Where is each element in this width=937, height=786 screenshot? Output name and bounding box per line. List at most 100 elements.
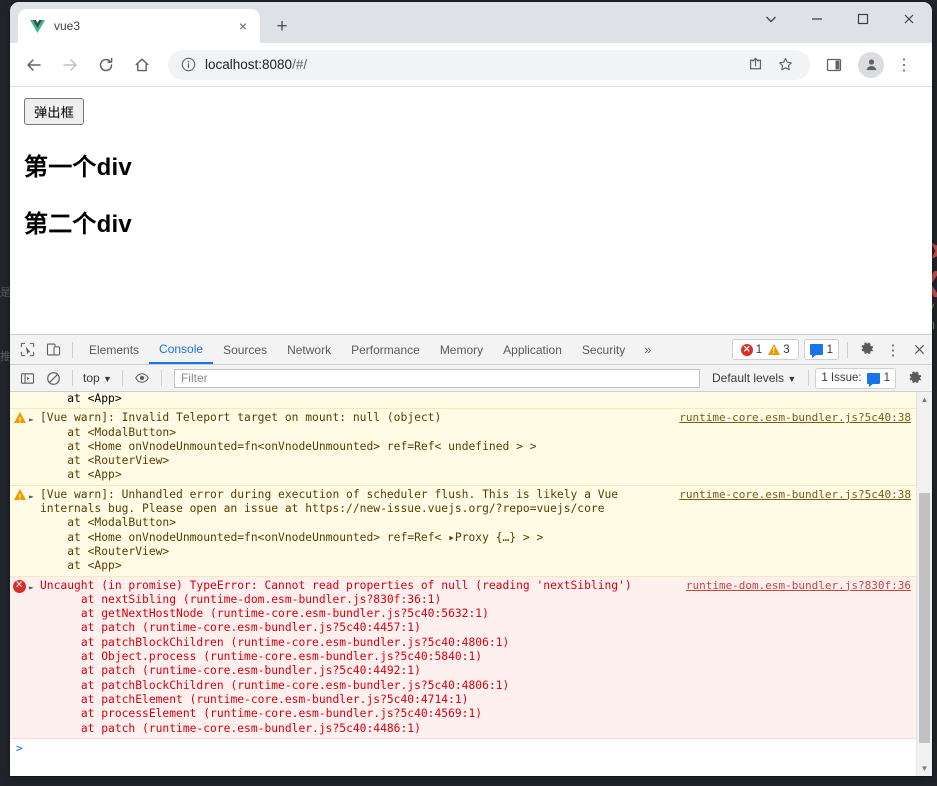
back-button[interactable] [18, 49, 50, 81]
expand-arrow[interactable]: ► [29, 488, 40, 574]
vue-logo-icon [29, 18, 45, 34]
home-button[interactable] [126, 49, 158, 81]
warning-icon [10, 488, 29, 574]
omnibox-actions [740, 50, 800, 80]
browser-menu-icon[interactable]: ⋮ [888, 49, 920, 81]
toolbar-divider [72, 341, 73, 358]
error-counter[interactable]: ✕ 1 [740, 343, 763, 356]
message-text: at <App> [40, 392, 122, 405]
console-sidebar-icon[interactable] [14, 365, 40, 391]
console-message-warning-1[interactable]: ► [Vue warn]: Invalid Teleport target on… [10, 409, 917, 486]
tab-title: vue3 [54, 19, 81, 33]
message-gutter [10, 392, 29, 406]
browser-toolbar: localhost:8080/#/ ⋮ [10, 43, 932, 87]
issues-badge[interactable]: 1 Issue: 1 [815, 367, 896, 389]
devtools-tabbar: Elements Console Sources Network Perform… [10, 335, 932, 365]
address-bar[interactable]: localhost:8080/#/ [168, 49, 810, 80]
error-count: 1 [755, 343, 763, 356]
expand-arrow[interactable]: ► [29, 411, 40, 482]
console-toolbar: top ▼ Filter Default levels ▼ 1 Issue: 1 [10, 365, 932, 392]
console-scrollbar[interactable]: ▲ ▼ [916, 392, 932, 776]
warning-icon [10, 411, 29, 482]
warning-count: 3 [783, 343, 790, 356]
tab-application[interactable]: Application [493, 336, 572, 364]
device-toolbar-icon[interactable] [40, 337, 66, 363]
minimize-button[interactable] [794, 2, 840, 36]
error-icon: ✕ [740, 343, 753, 356]
maximize-button[interactable] [840, 2, 886, 36]
more-options-icon[interactable]: ⋮ [880, 337, 906, 363]
tab-memory[interactable]: Memory [430, 336, 493, 364]
console-message-list: at <App> ► [Vue warn]: Invalid Teleport … [10, 392, 917, 776]
console-toolbar-divider-2 [121, 370, 123, 386]
issues-message-icon [866, 372, 880, 387]
tab-elements[interactable]: Elements [79, 336, 149, 364]
tab-console[interactable]: Console [149, 335, 214, 364]
issues-label: 1 Issue: [821, 372, 862, 384]
console-message-warning-2[interactable]: ► [Vue warn]: Unhandled error during exe… [10, 485, 917, 577]
source-link[interactable]: runtime-core.esm-bundler.js?5c40:38 [679, 411, 911, 425]
expand-arrow[interactable]: ► [29, 579, 40, 736]
console-prompt[interactable]: > [10, 739, 917, 756]
scrollbar-thumb[interactable] [919, 493, 930, 743]
tab-strip: vue3 × + [10, 2, 932, 43]
inspect-element-icon[interactable] [14, 337, 40, 363]
scroll-up-arrow[interactable]: ▲ [917, 392, 932, 407]
close-icon[interactable]: × [234, 17, 252, 35]
reload-button[interactable] [90, 49, 122, 81]
more-tabs-icon[interactable]: » [635, 342, 660, 357]
message-count: 1 [826, 343, 833, 356]
clear-console-icon[interactable] [40, 365, 66, 391]
console-output[interactable]: at <App> ► [Vue warn]: Invalid Teleport … [10, 392, 932, 776]
error-icon [10, 578, 29, 736]
devtools-panel: Elements Console Sources Network Perform… [10, 334, 932, 776]
close-window-button[interactable] [886, 2, 932, 36]
info-circle-icon[interactable] [180, 57, 196, 73]
side-panel-icon[interactable] [818, 49, 850, 81]
share-icon[interactable] [740, 50, 770, 80]
tab-security[interactable]: Security [572, 336, 635, 364]
filter-input[interactable]: Filter [173, 368, 700, 388]
gear-icon[interactable] [854, 337, 880, 363]
prompt-caret: > [16, 741, 23, 755]
issues-count: 1 [883, 372, 890, 384]
console-message-error[interactable]: ► Uncaught (in promise) TypeError: Canno… [10, 576, 917, 739]
message-icon [809, 344, 823, 358]
tab-performance[interactable]: Performance [341, 336, 430, 364]
console-message-partial[interactable]: at <App> [10, 392, 917, 410]
page-heading-2: 第二个div [24, 211, 132, 238]
forward-button[interactable] [54, 49, 86, 81]
new-tab-button[interactable]: + [268, 12, 296, 40]
console-settings-icon[interactable] [902, 365, 928, 391]
avatar-icon[interactable] [858, 51, 884, 78]
context-selector[interactable]: top ▼ [79, 371, 116, 385]
source-link[interactable]: runtime-core.esm-bundler.js?5c40:38 [679, 488, 911, 502]
close-devtools-icon[interactable] [906, 337, 932, 363]
console-toolbar-divider-3 [160, 370, 162, 386]
console-toolbar-divider [72, 370, 73, 386]
popup-button[interactable]: 弹出框 [24, 98, 84, 125]
page-viewport: 弹出框 第一个div 第二个div [10, 87, 932, 334]
log-level-selector[interactable]: Default levels ▼ [706, 371, 802, 385]
window-controls [748, 2, 932, 36]
browser-tab[interactable]: vue3 × [18, 9, 260, 43]
console-toolbar-divider-4 [808, 370, 810, 386]
message-counter[interactable]: 1 [803, 339, 839, 360]
expand-arrow [29, 392, 40, 406]
tab-sources[interactable]: Sources [213, 336, 277, 364]
url-text: localhost:8080/#/ [205, 57, 308, 72]
page-heading-1: 第一个div [24, 154, 132, 181]
browser-window: vue3 × + localhost:8080/#/ ⋮ 弹出框 第一个div … [10, 2, 932, 776]
tab-network[interactable]: Network [277, 336, 341, 364]
scroll-down-arrow[interactable]: ▼ [917, 761, 932, 776]
message-text: Uncaught (in promise) TypeError: Cannot … [40, 578, 632, 735]
filter-placeholder: Filter [180, 371, 208, 385]
star-icon[interactable] [770, 50, 800, 80]
warning-icon [768, 344, 781, 355]
source-link[interactable]: runtime-dom.esm-bundler.js?830f:36 [686, 579, 911, 593]
live-expression-icon[interactable] [129, 365, 155, 391]
warning-counter[interactable]: 3 [768, 343, 790, 356]
chevron-down-icon[interactable] [748, 2, 794, 36]
toolbar-divider-2 [847, 341, 848, 358]
issue-counters[interactable]: ✕ 1 3 [731, 339, 799, 360]
